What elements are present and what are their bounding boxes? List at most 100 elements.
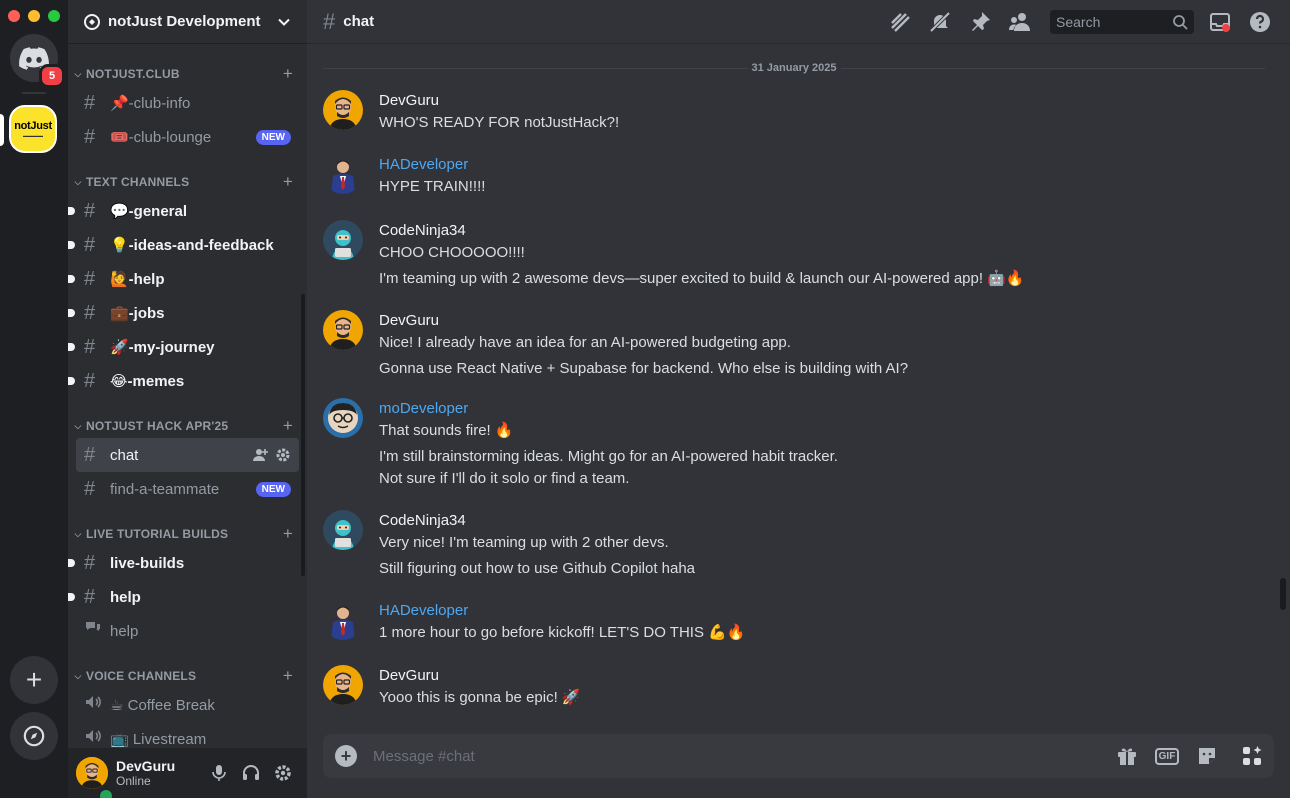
gift-button[interactable] (1113, 742, 1141, 770)
mute-microphone-button[interactable] (203, 757, 235, 789)
pinned-messages-button[interactable] (966, 8, 994, 36)
channel-live-builds[interactable]: # live-builds (68, 546, 299, 580)
gif-button[interactable]: GIF (1153, 742, 1181, 770)
threads-button[interactable] (886, 8, 914, 36)
message-author[interactable]: HADeveloper (379, 600, 745, 622)
channel-club-info[interactable]: # 📌-club-info (76, 86, 299, 120)
create-channel-plus-icon[interactable]: + (283, 172, 293, 192)
category-voice-channels[interactable]: ⌵ Voice Channels + (68, 648, 307, 688)
create-channel-plus-icon[interactable]: + (283, 524, 293, 544)
channel-help-forum[interactable]: help (76, 614, 299, 648)
channel-chat[interactable]: # chat (76, 438, 299, 472)
maximize-window-button[interactable] (48, 10, 60, 22)
pin-icon (972, 11, 990, 31)
server-header[interactable]: notJust Development (68, 0, 307, 44)
message-author[interactable]: CodeNinja34 (379, 220, 1025, 242)
voice-channel-livestream[interactable]: 📺 Livestream (76, 722, 299, 748)
create-channel-plus-icon[interactable]: + (283, 416, 293, 436)
message-item[interactable]: HADeveloper HYPE TRAIN!!!! (323, 154, 485, 198)
user-avatar-wrap[interactable] (76, 757, 115, 798)
server-notjust-icon[interactable]: notJust ▬▬▬▬▬ (9, 105, 57, 153)
microphone-icon (212, 765, 226, 781)
avatar[interactable] (323, 90, 363, 130)
channel-ideas-and-feedback[interactable]: # 💡-ideas-and-feedback (68, 228, 299, 262)
channel-label: 💬-general (110, 203, 188, 220)
message-author[interactable]: HADeveloper (379, 154, 485, 176)
avatar[interactable] (323, 510, 363, 550)
message-author[interactable]: CodeNinja34 (379, 510, 695, 532)
search-input[interactable]: Search (1050, 9, 1194, 34)
channel-general[interactable]: # 💬-general (68, 194, 299, 228)
message-item[interactable]: CodeNinja34 Very nice! I'm teaming up wi… (323, 510, 695, 580)
sticker-button[interactable] (1193, 742, 1221, 770)
message-item[interactable]: DevGuru Nice! I already have an idea for… (323, 310, 908, 380)
message-author[interactable]: DevGuru (379, 310, 908, 332)
apps-button[interactable] (1230, 734, 1274, 778)
bell-muted-icon (929, 11, 951, 32)
channel-help-text[interactable]: # help (68, 580, 299, 614)
deafen-button[interactable] (235, 757, 267, 789)
avatar[interactable] (323, 310, 363, 350)
channel-my-journey[interactable]: # 🚀-my-journey (68, 330, 299, 364)
channel-label: live-builds (110, 554, 185, 572)
close-window-button[interactable] (8, 10, 20, 22)
channel-club-lounge[interactable]: # 🎟️-club-lounge NEW (76, 120, 299, 154)
category-notjust-club[interactable]: ⌵ notjust.club + (68, 50, 307, 86)
category-notjust-hack[interactable]: ⌵ notJust Hack Apr'25 + (68, 398, 307, 438)
invite-members-icon[interactable] (253, 447, 269, 463)
channel-find-a-teammate[interactable]: # find-a-teammate NEW (76, 472, 299, 506)
sidebar-scrollbar[interactable] (301, 294, 305, 576)
date-divider: 31 January 2025 (323, 60, 1266, 76)
chat-scrollbar[interactable] (1280, 578, 1286, 610)
username: DevGuru (116, 758, 176, 774)
category-live-tutorial-builds[interactable]: ⌵ Live Tutorial Builds + (68, 506, 307, 546)
unread-indicator (68, 309, 75, 317)
message-item[interactable]: moDeveloper That sounds fire! 🔥 I'm stil… (323, 398, 838, 490)
explore-servers-button[interactable] (10, 712, 58, 760)
channel-memes[interactable]: # 😂-memes (68, 364, 299, 398)
threads-icon (891, 12, 910, 32)
inbox-button[interactable] (1206, 8, 1234, 36)
message-author[interactable]: moDeveloper (379, 398, 838, 420)
message-list: 31 January 2025 DevGuru WHO'S READY FOR … (307, 44, 1277, 730)
message-item[interactable]: DevGuru Yooo this is gonna be epic! 🚀 (323, 665, 581, 709)
voice-channel-coffee-break[interactable]: ☕ Coffee Break (76, 688, 299, 722)
message-author[interactable]: DevGuru (379, 90, 619, 112)
message-input[interactable]: Message #chat (373, 748, 1101, 765)
channel-header: # chat Search (307, 0, 1290, 44)
message-item[interactable]: HADeveloper 1 more hour to go before kic… (323, 600, 745, 644)
speaker-icon (84, 727, 108, 748)
hash-icon: # (84, 125, 96, 148)
notification-settings-button[interactable] (926, 8, 954, 36)
help-button[interactable] (1246, 8, 1274, 36)
avatar[interactable] (323, 665, 363, 705)
avatar[interactable] (323, 398, 363, 438)
avatar[interactable] (323, 600, 363, 640)
message-composer[interactable]: + Message #chat GIF (323, 734, 1273, 778)
message-item[interactable]: CodeNinja34 CHOO CHOOOOO!!!! I'm teaming… (323, 220, 1025, 290)
channel-label: 💼-jobs (110, 305, 165, 322)
unread-indicator (68, 343, 75, 351)
message-author[interactable]: DevGuru (379, 665, 581, 687)
user-settings-button[interactable] (267, 757, 299, 789)
upload-attachment-button[interactable]: + (335, 745, 357, 767)
avatar[interactable] (323, 220, 363, 260)
message-text: Not sure if I'll do it solo or find a te… (379, 470, 630, 487)
unread-indicator (68, 593, 75, 601)
new-badge: NEW (255, 129, 291, 145)
category-text-channels[interactable]: ⌵ Text Channels + (68, 154, 307, 194)
channel-jobs[interactable]: # 💼-jobs (68, 296, 299, 330)
channel-help[interactable]: # 🙋-help (68, 262, 299, 296)
message-item[interactable]: DevGuru WHO'S READY FOR notJustHack?! (323, 90, 619, 134)
create-channel-plus-icon[interactable]: + (283, 64, 293, 84)
gear-icon[interactable] (275, 447, 291, 463)
minimize-window-button[interactable] (28, 10, 40, 22)
channel-sidebar: notJust Development ⌵ notjust.club + # 📌… (68, 0, 307, 798)
create-channel-plus-icon[interactable]: + (283, 666, 293, 686)
user-info[interactable]: DevGuru Online (116, 758, 203, 788)
add-server-button[interactable]: + (10, 656, 58, 704)
gift-icon (1118, 748, 1136, 765)
member-list-button[interactable] (1006, 8, 1034, 36)
channel-label: 🚀-my-journey (110, 339, 215, 356)
avatar[interactable] (323, 154, 363, 194)
